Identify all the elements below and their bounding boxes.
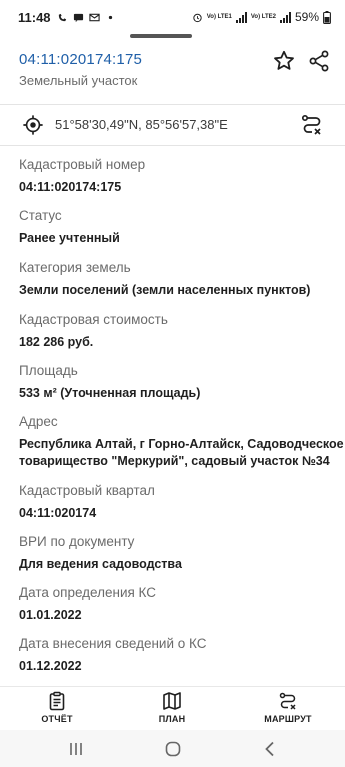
report-button[interactable]: ОТЧЁТ <box>17 691 97 724</box>
favorite-star-icon[interactable] <box>272 49 296 73</box>
system-navigation-bar <box>0 730 345 767</box>
field-label: Категория земель <box>19 260 131 275</box>
back-icon[interactable] <box>260 739 280 759</box>
field-label: Кадастровый квартал <box>19 483 155 498</box>
field-value[interactable]: Республика Алтай, г Горно-Алтайск, Садов… <box>19 436 344 470</box>
field-cost-date: Дата определения КС 01.01.2022 <box>19 585 339 624</box>
coordinates-row: 51°58'30,49"N, 85°56'57,38"E <box>0 106 345 144</box>
field-vri: ВРИ по документу Для ведения садоводства <box>19 534 339 573</box>
recent-apps-icon[interactable] <box>66 739 86 759</box>
notification-icons <box>57 12 116 23</box>
signal-1-icon <box>235 11 247 23</box>
field-value[interactable]: 04:11:020174 <box>19 505 339 522</box>
volte-1-label: Vo) LTE1 <box>206 14 232 20</box>
bottom-nav: ОТЧЁТ ПЛАН МАРШРУТ <box>0 686 345 730</box>
signal-2-icon <box>279 11 291 23</box>
status-bar: 11:48 Vo) LTE1 Vo) LTE2 59% <box>0 0 345 34</box>
field-value: 01.12.2022 <box>19 659 82 673</box>
home-icon[interactable] <box>163 739 183 759</box>
share-icon[interactable] <box>307 49 331 73</box>
mail-icon <box>88 13 100 21</box>
coords-divider <box>0 145 345 146</box>
field-label: Адрес <box>19 414 58 429</box>
field-cadastral-cost: Кадастровая стоимость 182 286 руб. <box>19 312 339 351</box>
parcel-title: 04:11:020174:175 <box>19 51 143 68</box>
field-area: Площадь 533 м² (Уточненная площадь) <box>19 363 339 402</box>
plan-label: ПЛАН <box>158 714 186 724</box>
status-time: 11:48 <box>18 9 51 25</box>
field-value[interactable]: 04:11:020174:175 <box>19 179 339 196</box>
field-status: Статус Ранее учтенный <box>19 208 339 247</box>
sheet-drag-handle[interactable] <box>130 34 192 38</box>
field-label: ВРИ по документу <box>19 534 135 549</box>
field-label: Кадастровая стоимость <box>19 312 168 327</box>
field-value: Земли поселений (земли населенных пункто… <box>19 283 311 297</box>
battery-percent: 59% <box>294 10 319 24</box>
parcel-header: 04:11:020174:175 Земельный участок <box>0 44 345 102</box>
field-cadastral-number: Кадастровый номер 04:11:020174:175 <box>19 157 339 196</box>
field-value: 01.01.2022 <box>19 608 82 622</box>
field-cost-entry-date: Дата внесения сведений о КС 01.12.2022 <box>19 636 339 675</box>
field-label: Кадастровый номер <box>19 157 146 172</box>
field-value: 182 286 руб. <box>19 335 94 349</box>
message-icon <box>73 13 83 22</box>
field-value: 533 м² (Уточненная площадь) <box>19 386 201 400</box>
field-land-category: Категория земель Земли поселений (земли … <box>19 260 339 299</box>
field-label: Статус <box>19 208 62 223</box>
parcel-subtitle: Земельный участок <box>19 73 138 88</box>
field-label: Площадь <box>19 363 78 378</box>
gps-location-icon[interactable] <box>22 114 44 136</box>
report-label: ОТЧЁТ <box>41 714 73 724</box>
alarm-icon <box>193 13 202 22</box>
header-divider <box>0 104 345 105</box>
dot-icon <box>108 15 112 19</box>
system-indicators: Vo) LTE1 Vo) LTE2 59% <box>192 10 331 24</box>
field-value: Ранее учтенный <box>19 231 120 245</box>
route-button[interactable]: МАРШРУТ <box>248 691 328 724</box>
field-label: Дата внесения сведений о КС <box>19 636 207 651</box>
map-icon <box>163 692 181 710</box>
plan-button[interactable]: ПЛАН <box>132 691 212 724</box>
battery-icon <box>323 10 331 24</box>
route-nav-icon <box>279 692 296 710</box>
call-forward-icon <box>58 13 66 21</box>
coordinates-text[interactable]: 51°58'30,49"N, 85°56'57,38"E <box>55 117 228 132</box>
volte-2-label: Vo) LTE2 <box>250 14 276 20</box>
route-label: МАРШРУТ <box>264 714 312 724</box>
route-icon[interactable] <box>300 113 324 137</box>
field-cadastral-quarter: Кадастровый квартал 04:11:020174 <box>19 483 339 522</box>
field-label: Дата определения КС <box>19 585 157 600</box>
field-address: Адрес Республика Алтай, г Горно-Алтайск,… <box>19 414 344 470</box>
field-value: Для ведения садоводства <box>19 557 182 571</box>
clipboard-icon <box>49 691 65 711</box>
